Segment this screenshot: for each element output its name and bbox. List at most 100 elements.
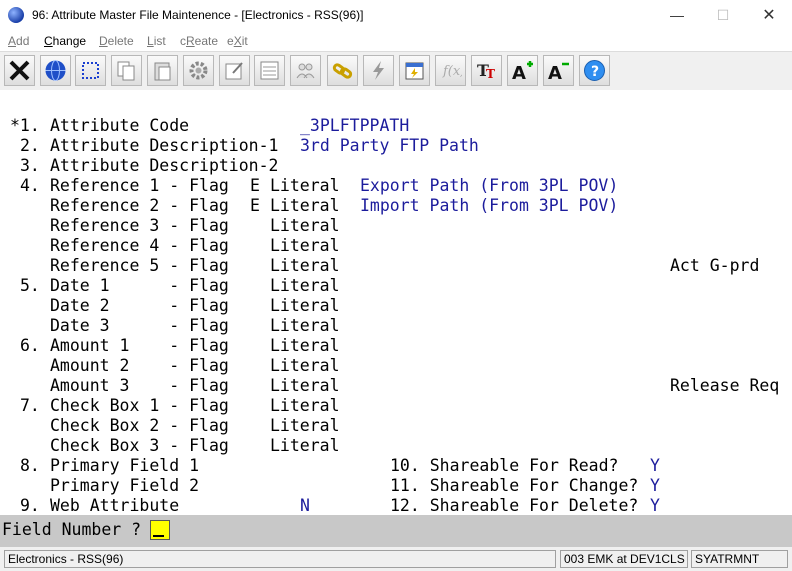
status-company: Electronics - RSS(96) [4, 550, 556, 568]
reference-3-literal: Literal [270, 216, 340, 235]
text-cursor [153, 535, 164, 537]
release-req-text: Release Req [670, 376, 780, 395]
menu-add[interactable]: Add [8, 34, 29, 48]
help-icon[interactable]: ? [579, 55, 610, 86]
amount-3-label: Amount 3 - Flag [50, 376, 229, 395]
amount-1-literal: Literal [270, 336, 340, 355]
menu-accelerator: X [233, 34, 242, 48]
amount-3-literal: Literal [270, 376, 340, 395]
menu-create[interactable]: cReate [180, 34, 218, 48]
menu-accelerator: L [147, 34, 154, 48]
field-number-input[interactable] [150, 520, 170, 540]
maximize-button[interactable]: ☐ [700, 0, 746, 31]
primary-field-2-label: Primary Field 2 [50, 476, 200, 495]
amount-2-label: Amount 2 - Flag [50, 356, 229, 375]
field-1-label: Attribute Code [50, 116, 190, 135]
status-session: 003 EMK at DEV1CLS [560, 550, 688, 568]
amount-1-label: Amount 1 - Flag [50, 336, 229, 355]
command-bar: Field Number ? [0, 515, 792, 547]
reference-2-value: Import Path (From 3PL POV) [360, 196, 619, 215]
description-1-value: 3rd Party FTP Path [300, 136, 479, 155]
select-icon[interactable] [75, 55, 106, 86]
reference-4-label: Reference 4 - Flag [50, 236, 229, 255]
field-7-number: 7. [20, 396, 40, 415]
font-smaller-icon[interactable]: A [543, 55, 574, 86]
check-box-3-label: Check Box 3 - Flag [50, 436, 229, 455]
field-number-prompt: Field Number ? [2, 520, 142, 539]
svg-text:A: A [512, 63, 526, 82]
reference-5-literal: Literal [270, 256, 340, 275]
field-5-number: 5. [20, 276, 40, 295]
date-2-literal: Literal [270, 296, 340, 315]
script-icon[interactable]: f(x) [435, 55, 466, 86]
text-size-icon[interactable]: TT [471, 55, 502, 86]
shareable-delete-value: Y [650, 496, 660, 515]
status-program: SYATRMNT [691, 550, 788, 568]
field-6-number: 6. [20, 336, 40, 355]
date-3-literal: Literal [270, 316, 340, 335]
field-3-label: Attribute Description-2 [50, 156, 279, 175]
lightning-icon[interactable] [363, 55, 394, 86]
act-gprd-text: Act G-prd [670, 256, 760, 275]
field-9-number: 9. [20, 496, 40, 515]
check-box-2-label: Check Box 2 - Flag [50, 416, 229, 435]
globe-icon[interactable] [40, 55, 71, 86]
primary-field-1-label: Primary Field 1 [50, 456, 200, 475]
field-8-number: 8. [20, 456, 40, 475]
calendar-icon[interactable] [399, 55, 430, 86]
date-1-literal: Literal [270, 276, 340, 295]
svg-text:A: A [548, 63, 562, 82]
reference-1-label: Reference 1 - Flag [50, 176, 229, 195]
reference-3-label: Reference 3 - Flag [50, 216, 229, 235]
check-box-2-literal: Literal [270, 416, 340, 435]
reference-4-literal: Literal [270, 236, 340, 255]
font-larger-icon[interactable]: A [507, 55, 538, 86]
title-bar: 96: Attribute Master File Maintenence - … [0, 0, 792, 32]
check-box-3-literal: Literal [270, 436, 340, 455]
field-2-number: 2. [20, 136, 40, 155]
check-box-1-label: Check Box 1 - Flag [50, 396, 229, 415]
attribute-code-value: _3PLFTPPATH [300, 116, 410, 135]
minimize-button[interactable]: — [654, 0, 700, 31]
menu-delete[interactable]: Delete [99, 34, 134, 48]
shareable-change-label: 11. Shareable For Change? [390, 476, 639, 495]
edit-form-icon[interactable] [219, 55, 250, 86]
copy-icon[interactable] [111, 55, 142, 86]
terminal-screen: *1. Attribute Code _3PLFTPPATH 2. Attrib… [0, 90, 792, 515]
window-title: 96: Attribute Master File Maintenence - … [32, 8, 364, 22]
toolbar: f(x) TT A A ? [0, 51, 792, 91]
date-2-label: Date 2 - Flag [50, 296, 229, 315]
users-icon[interactable] [290, 55, 321, 86]
app-globe-icon [8, 7, 24, 23]
field-1-number: *1. [10, 116, 40, 135]
shareable-change-value: Y [650, 476, 660, 495]
settings-icon[interactable] [183, 55, 214, 86]
svg-text:T: T [486, 67, 495, 81]
reference-2-flag: E [250, 196, 260, 215]
list-icon[interactable] [254, 55, 285, 86]
reference-2-label: Reference 2 - Flag [50, 196, 229, 215]
reference-1-literal: Literal [270, 176, 340, 195]
date-1-label: Date 1 - Flag [50, 276, 229, 295]
menu-exit[interactable]: eXit [227, 34, 248, 48]
menu-list[interactable]: List [147, 34, 166, 48]
paste-icon[interactable] [147, 55, 178, 86]
field-4-number: 4. [20, 176, 40, 195]
menu-change[interactable]: Change [44, 34, 86, 48]
shareable-read-label: 10. Shareable For Read? [390, 456, 619, 475]
menu-accelerator: C [44, 34, 53, 48]
menu-accelerator: R [186, 34, 195, 48]
link-icon[interactable] [327, 55, 358, 86]
reference-1-value: Export Path (From 3PL POV) [360, 176, 619, 195]
field-2-label: Attribute Description-1 [50, 136, 279, 155]
check-box-1-literal: Literal [270, 396, 340, 415]
reference-1-flag: E [250, 176, 260, 195]
svg-text:?: ? [591, 64, 599, 80]
menu-bar: Add Change Delete List cReate eXit [0, 31, 792, 51]
exit-icon[interactable] [4, 55, 35, 86]
menu-accelerator: D [99, 34, 108, 48]
svg-text:f(x): f(x) [442, 64, 462, 79]
field-3-number: 3. [20, 156, 40, 175]
reference-5-label: Reference 5 - Flag [50, 256, 229, 275]
close-button[interactable]: ✕ [746, 0, 792, 31]
